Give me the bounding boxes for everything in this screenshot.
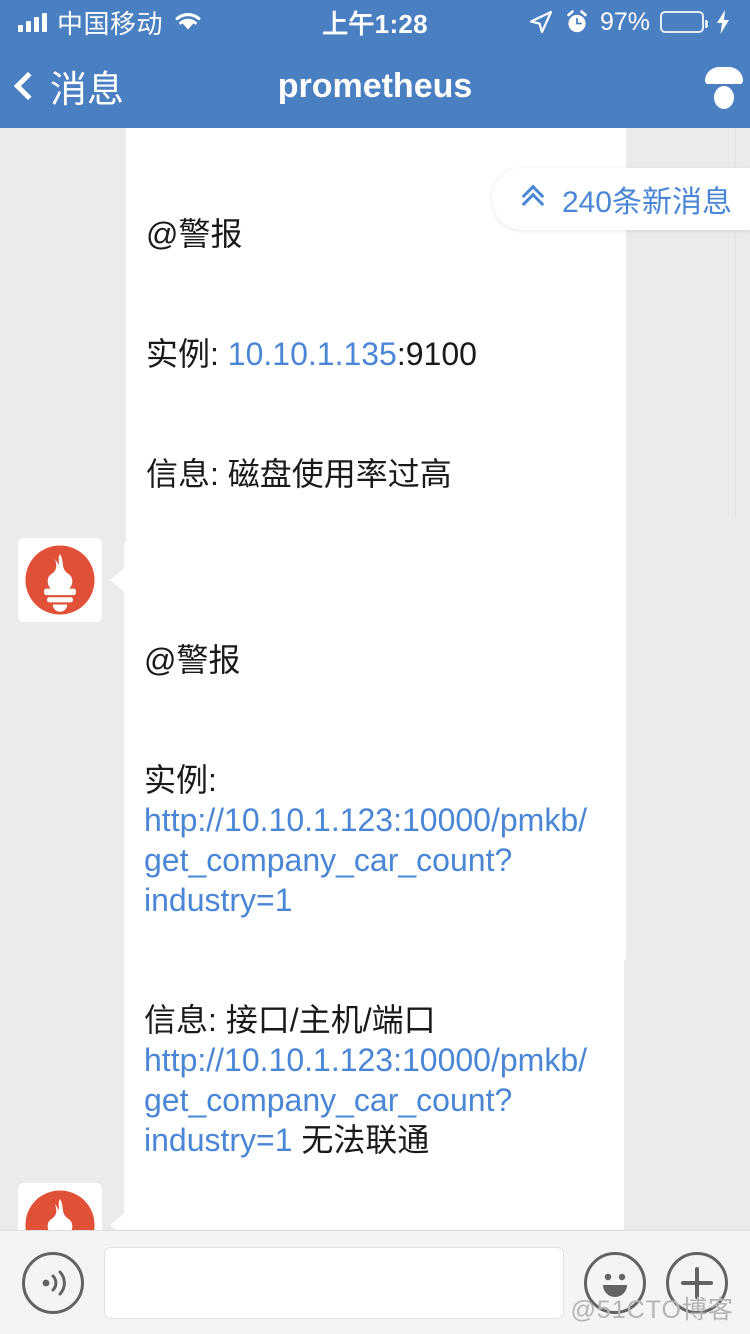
input-toolbar: @51CTO博客 xyxy=(0,1230,750,1334)
prometheus-logo-icon xyxy=(25,545,95,615)
back-button[interactable]: 消息 xyxy=(0,59,124,113)
chevron-left-icon xyxy=(13,71,43,101)
signal-bars-icon xyxy=(18,12,47,32)
message-bubble[interactable]: @警报 实例: http://10.10.1.123:10000/pmkb/ge… xyxy=(110,538,624,1230)
message-row: @警报 实例: http://10.10.1.123:10000/pmkb/ge… xyxy=(18,538,624,1230)
battery-percent-label: 97% xyxy=(599,7,650,36)
new-messages-label: 240条新消息 xyxy=(561,186,732,219)
instance-label: 实例: xyxy=(146,336,228,372)
avatar[interactable] xyxy=(18,1183,102,1230)
back-button-label: 消息 xyxy=(50,69,124,110)
info-prefix: 接口/主机/端口 xyxy=(225,1002,445,1038)
double-chevron-up-icon xyxy=(521,184,548,216)
message-instance-line: 实例: http://10.10.1.123:10000/pmkb/get_co… xyxy=(144,760,604,920)
battery-icon xyxy=(660,11,708,33)
emoji-button[interactable] xyxy=(584,1251,646,1314)
voice-record-button[interactable] xyxy=(22,1251,84,1314)
status-bar-right: 97% xyxy=(528,8,732,37)
status-bar: 中国移动 上午1:28 97% xyxy=(0,0,750,44)
charging-bolt-icon xyxy=(717,10,729,34)
message-info-line: 信息: 接口/主机/端口 http://10.10.1.123:10000/pm… xyxy=(144,1000,604,1160)
message-input[interactable] xyxy=(104,1246,564,1319)
alarm-clock-icon xyxy=(567,10,587,33)
info-label: 信息: xyxy=(146,456,228,492)
message-instance-line: 实例: 10.10.1.135:9100 xyxy=(146,334,606,374)
info-suffix: 无法联通 xyxy=(292,1122,430,1158)
voice-record-icon xyxy=(42,1270,66,1295)
plus-add-icon xyxy=(681,1266,713,1299)
avatar[interactable] xyxy=(18,538,102,622)
navigation-bar: 消息 prometheus xyxy=(0,44,750,128)
status-bar-left: 中国移动 xyxy=(18,4,203,41)
message-row xyxy=(18,1183,624,1230)
info-value: 磁盘使用率过高 xyxy=(227,456,452,492)
message-bubble[interactable] xyxy=(110,1183,624,1230)
prometheus-logo-icon xyxy=(25,1190,95,1230)
carrier-label: 中国移动 xyxy=(57,8,164,39)
message-info-line: 信息: 磁盘使用率过高 xyxy=(146,454,606,494)
message-list[interactable]: @警报 实例: 10.10.1.135:9100 信息: 磁盘使用率过高 详情:… xyxy=(0,128,750,1230)
instance-ip-link[interactable]: 10.10.1.135 xyxy=(228,336,397,372)
chat-screen: 中国移动 上午1:28 97% 消息 prometheus @警报 实例: 10… xyxy=(0,0,750,1334)
emoji-smiley-icon xyxy=(603,1273,627,1297)
location-arrow-icon xyxy=(529,10,553,34)
instance-port: :9100 xyxy=(396,336,477,372)
instance-label: 实例: xyxy=(144,762,226,798)
message-alert-tag: @警报 xyxy=(144,642,241,678)
add-attachment-button[interactable] xyxy=(666,1251,728,1314)
instance-url-link[interactable]: http://10.10.1.123:10000/pmkb/get_compan… xyxy=(144,802,587,918)
info-label: 信息: xyxy=(144,1002,226,1038)
new-messages-pill[interactable]: 240条新消息 xyxy=(491,168,750,230)
wifi-icon xyxy=(175,13,201,30)
